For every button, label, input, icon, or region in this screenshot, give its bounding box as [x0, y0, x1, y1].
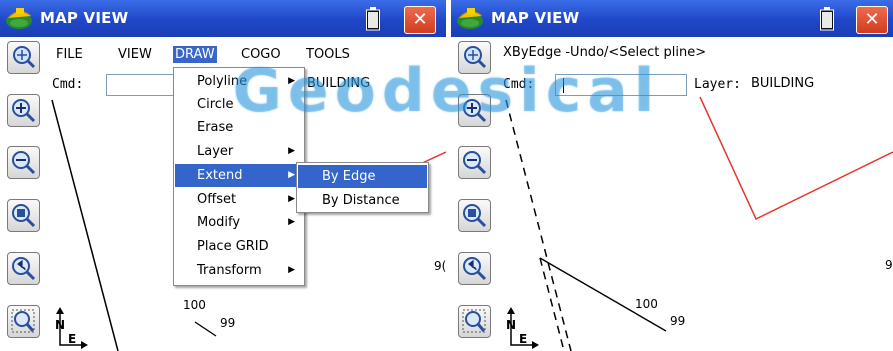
submenu-arrow-icon: ▶: [288, 146, 295, 156]
submenu-arrow-icon: ▶: [288, 265, 295, 275]
point-label-100: 100: [183, 298, 206, 312]
map-canvas[interactable]: [451, 0, 893, 351]
draw-menu: Polyline ▶ Circle Erase Layer ▶ Extend ▶ Of…: [173, 67, 305, 286]
submenu-arrow-icon: ▶: [288, 170, 295, 180]
menu-item-erase[interactable]: Erase: [175, 116, 303, 139]
menu-item-offset[interactable]: Offset ▶: [175, 188, 303, 211]
submenu-arrow-icon: ▶: [288, 217, 295, 227]
menu-item-circle[interactable]: Circle: [175, 93, 303, 116]
point-label-99: 99: [220, 316, 236, 330]
extend-submenu: By Edge By Distance: [296, 162, 429, 213]
point-label-100: 100: [635, 297, 658, 311]
north-label: N: [55, 318, 66, 332]
point-label-clipped: 9(: [434, 259, 446, 273]
north-label: N: [506, 318, 517, 332]
menu-item-polyline[interactable]: Polyline ▶: [175, 70, 303, 93]
map-view-window-left: MAP VIEW ✕ FILE VIEW DRAW COGO TOOLS Cmd…: [0, 0, 446, 351]
submenu-arrow-icon: ▶: [288, 194, 295, 204]
building-line: [699, 96, 893, 221]
menu-item-layer[interactable]: Layer ▶: [175, 140, 303, 163]
east-label: E: [519, 332, 528, 346]
menu-item-by-edge[interactable]: By Edge: [298, 165, 427, 188]
menu-item-transform[interactable]: Transform ▶: [175, 259, 303, 282]
menu-item-by-distance[interactable]: By Distance: [298, 189, 427, 212]
menu-item-modify[interactable]: Modify ▶: [175, 211, 303, 234]
menu-item-extend[interactable]: Extend ▶: [175, 164, 303, 187]
traverse-line: [194, 321, 217, 337]
east-label: E: [68, 332, 77, 346]
point-label-clipped: 9: [885, 258, 893, 272]
menu-item-place-grid[interactable]: Place GRID: [175, 235, 303, 258]
map-view-window-right: MAP VIEW ✕ XByEdge -Undo/<Select pline> …: [451, 0, 893, 351]
submenu-arrow-icon: ▶: [288, 76, 295, 86]
point-label-99: 99: [670, 314, 686, 328]
traverse-line: [539, 257, 667, 332]
